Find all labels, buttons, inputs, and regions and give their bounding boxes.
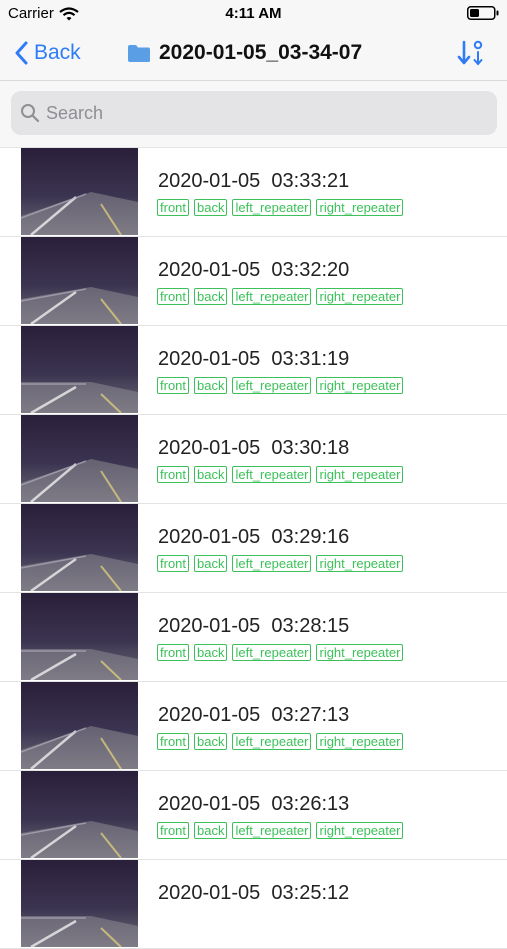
page-title-text: 2020-01-05_03-34-07 (159, 41, 363, 64)
camera-tag: front (157, 466, 190, 483)
camera-tag: front (157, 377, 190, 394)
folder-icon (128, 44, 150, 62)
clip-title: 2020-01-05 03:33:21 (158, 170, 350, 192)
clip-thumbnail (21, 504, 138, 591)
clip-thumbnail (21, 593, 138, 680)
search-placeholder: Search (46, 102, 104, 123)
battery-icon (467, 6, 499, 20)
camera-tag: back (194, 822, 228, 839)
clip-title: 2020-01-05 03:28:15 (158, 615, 350, 637)
chevron-left-icon (15, 41, 28, 65)
camera-tag: left_repeater (232, 644, 312, 661)
camera-tag: front (157, 644, 190, 661)
camera-tag: front (157, 822, 190, 839)
clip-row[interactable]: 2020-01-05 03:29:16 front back left_repeate… (0, 504, 507, 593)
camera-tag: back (194, 466, 228, 483)
camera-tag: left_repeater (232, 199, 312, 216)
camera-tags: front back left_repeater right_repeater (157, 644, 404, 661)
clip-row[interactable]: 2020-01-05 03:31:19 front back left_repeate… (0, 326, 507, 415)
clip-thumbnail (21, 771, 138, 858)
camera-tags: front back left_repeater right_repeater (157, 466, 404, 483)
camera-tags: front back left_repeater right_repeater (157, 288, 404, 305)
camera-tag: right_repeater (316, 644, 404, 661)
navigation-bar: Back 2020-01-05_03-34-07 (0, 28, 507, 81)
clip-thumbnail (21, 860, 138, 947)
clip-title: 2020-01-05 03:25:12 (158, 882, 350, 904)
clip-row[interactable]: 2020-01-05 03:27:13 front back left_repeate… (0, 682, 507, 771)
search-bar: Search (0, 81, 507, 148)
clip-row[interactable]: 2020-01-05 03:26:13 front back left_repeate… (0, 771, 507, 860)
camera-tag: right_repeater (316, 199, 404, 216)
camera-tag: back (194, 377, 228, 394)
back-button[interactable]: Back (14, 38, 81, 68)
camera-tag: left_repeater (232, 555, 312, 572)
clip-thumbnail (21, 237, 138, 324)
camera-tag: back (194, 199, 228, 216)
camera-tags: front back left_repeater right_repeater (157, 199, 404, 216)
status-time: 4:11 AM (225, 5, 282, 22)
clip-title: 2020-01-05 03:32:20 (158, 259, 350, 281)
camera-tag: right_repeater (316, 555, 404, 572)
camera-tag: front (157, 288, 190, 305)
clip-title: 2020-01-05 03:26:13 (158, 793, 350, 815)
page-title: 2020-01-05_03-34-07 (127, 38, 362, 68)
clip-row[interactable]: 2020-01-05 03:25:12 (0, 860, 507, 949)
clip-title: 2020-01-05 03:27:13 (158, 704, 350, 726)
camera-tags: front back left_repeater right_repeater (157, 733, 404, 750)
camera-tags: front back left_repeater right_repeater (157, 822, 404, 839)
clip-title: 2020-01-05 03:30:18 (158, 437, 350, 459)
search-icon (21, 104, 40, 123)
clip-row[interactable]: 2020-01-05 03:30:18 front back left_repeate… (0, 415, 507, 504)
clip-thumbnail (21, 415, 138, 502)
clip-row[interactable]: 2020-01-05 03:28:15 front back left_repeate… (0, 593, 507, 682)
search-input[interactable]: Search (11, 91, 497, 135)
camera-tags: front back left_repeater right_repeater (157, 555, 404, 572)
clip-title: 2020-01-05 03:29:16 (158, 526, 350, 548)
camera-tag: right_repeater (316, 466, 404, 483)
clip-row[interactable]: 2020-01-05 03:33:21 front back left_repeate… (0, 148, 507, 237)
camera-tag: left_repeater (232, 288, 312, 305)
camera-tag: front (157, 733, 190, 750)
camera-tag: front (157, 199, 190, 216)
camera-tag: back (194, 288, 228, 305)
clip-title: 2020-01-05 03:31:19 (158, 348, 350, 370)
camera-tag: left_repeater (232, 466, 312, 483)
status-bar: Carrier 4:11 AM (0, 0, 507, 28)
clip-thumbnail (21, 148, 138, 235)
camera-tag: left_repeater (232, 377, 312, 394)
clip-list: 2020-01-05 03:33:21 front back left_repeate… (0, 148, 507, 949)
clip-thumbnail (21, 682, 138, 769)
camera-tag: back (194, 555, 228, 572)
clip-thumbnail (21, 326, 138, 413)
sort-icon[interactable] (457, 40, 485, 66)
camera-tag: back (194, 733, 228, 750)
camera-tag: right_repeater (316, 377, 404, 394)
back-label: Back (34, 41, 81, 64)
camera-tag: left_repeater (232, 822, 312, 839)
camera-tags: front back left_repeater right_repeater (157, 377, 404, 394)
camera-tag: front (157, 555, 190, 572)
camera-tag: right_repeater (316, 733, 404, 750)
camera-tag: back (194, 644, 228, 661)
camera-tag: right_repeater (316, 822, 404, 839)
camera-tag: left_repeater (232, 733, 312, 750)
clip-row[interactable]: 2020-01-05 03:32:20 front back left_repeate… (0, 237, 507, 326)
camera-tag: right_repeater (316, 288, 404, 305)
